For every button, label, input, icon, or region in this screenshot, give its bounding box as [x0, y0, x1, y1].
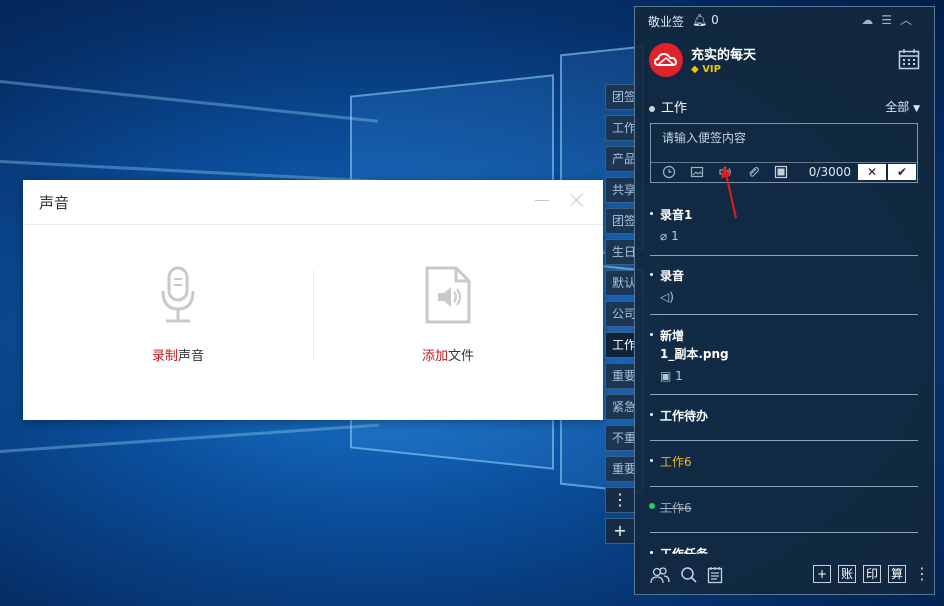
note-item[interactable]: 录音 ◁)	[650, 267, 918, 315]
category-tab[interactable]: 团签	[605, 84, 637, 110]
category-title: 工作	[649, 97, 687, 116]
user-name: 充实的每天	[691, 48, 757, 63]
menu-icon[interactable]: ☰	[881, 13, 900, 27]
record-sound-label: 录制声音	[151, 349, 205, 364]
search-icon[interactable]	[680, 566, 698, 584]
users-icon[interactable]	[650, 566, 670, 584]
color-block-icon[interactable]	[774, 165, 788, 179]
more-menu-button[interactable]: ⋮	[914, 564, 930, 583]
window-controls: ☁☰︿	[861, 11, 920, 28]
print-button[interactable]: 印	[863, 565, 881, 583]
note-title: 工作任务	[660, 547, 709, 554]
note-title: 新增	[660, 329, 685, 343]
vip-badge: ◆ VIP	[691, 64, 721, 75]
add-file-option[interactable]: 添加文件	[373, 265, 523, 375]
image-count: ▣ 1	[660, 369, 683, 383]
record-sound-option[interactable]: 录制声音	[103, 265, 253, 375]
category-tab[interactable]: 默认	[605, 270, 637, 296]
editor-toolbar: 0/3000 ✕ ✔	[651, 162, 917, 182]
account-button[interactable]: 账	[838, 565, 856, 583]
note-bullet	[650, 459, 653, 462]
app-name: 敬业签	[648, 15, 685, 29]
calendar-icon	[898, 49, 920, 70]
microphone-icon	[161, 266, 195, 323]
cancel-button[interactable]: ✕	[858, 164, 886, 180]
audio-file-icon	[425, 266, 471, 324]
category-tab[interactable]: 紧急	[605, 394, 637, 420]
category-tab-active[interactable]: 工作	[605, 332, 637, 358]
confirm-button[interactable]: ✔	[888, 164, 916, 180]
minimize-button[interactable]	[535, 200, 549, 201]
image-icon[interactable]	[690, 165, 704, 179]
category-tab[interactable]: 工作	[605, 115, 637, 141]
image-icon: ▣	[660, 369, 672, 383]
category-tab[interactable]: 产品	[605, 146, 637, 172]
add-file-label: 添加文件	[421, 349, 475, 364]
paperclip-icon: ⌀	[660, 229, 668, 243]
notepad-icon[interactable]	[707, 566, 723, 584]
note-title: 工作6	[660, 501, 692, 515]
done-indicator	[649, 503, 655, 509]
category-tab[interactable]: 重要	[605, 456, 637, 482]
bottom-toolbar: + 账 印 算 ⋮	[635, 554, 934, 594]
cloud-sync-icon[interactable]: ☁	[861, 13, 881, 27]
more-categories-button[interactable]: ⋮	[605, 487, 635, 513]
paperclip-icon[interactable]	[746, 165, 760, 179]
note-title: 工作待办	[660, 409, 709, 423]
char-counter: 0/3000	[808, 165, 851, 179]
category-tab[interactable]: 重要	[605, 363, 637, 389]
diamond-icon: ◆	[691, 64, 699, 75]
close-button[interactable]	[568, 191, 586, 209]
bell-icon: 🔔︎	[692, 13, 708, 27]
cloud-logo-icon	[653, 52, 678, 66]
notification-button[interactable]: 🔔︎ 0	[692, 13, 719, 27]
notes-panel: 敬业签 🔔︎ 0 ☁☰︿ 充实的每天 ◆ VIP 工作 全部 ▼ 请输入便签内容	[634, 6, 935, 595]
note-title: 录音1	[660, 208, 693, 222]
collapse-icon[interactable]: ︿	[900, 13, 920, 27]
title-separator	[23, 224, 603, 225]
dialog-title: 声音	[39, 194, 70, 212]
category-tab[interactable]: 共享	[605, 177, 637, 203]
note-line: 1_副本.png	[660, 347, 729, 361]
category-tab[interactable]: 不重	[605, 425, 637, 451]
add-note-button[interactable]: +	[813, 565, 831, 583]
note-title: 工作6	[660, 455, 692, 469]
note-title: 录音	[660, 269, 685, 283]
clock-icon[interactable]	[662, 165, 676, 179]
notification-count: 0	[711, 13, 719, 27]
filter-dropdown[interactable]: 全部 ▼	[885, 98, 920, 115]
note-item-done[interactable]: 工作6	[649, 499, 918, 533]
avatar[interactable]	[649, 43, 683, 77]
sound-icon: ◁)	[660, 290, 674, 304]
calendar-button[interactable]	[898, 48, 920, 74]
note-item[interactable]: 录音1 ⌀ 1	[650, 206, 918, 256]
sound-dialog: 声音 录制声音 添加文件	[23, 180, 603, 420]
note-editor[interactable]: 请输入便签内容 0/3000 ✕ ✔	[650, 123, 918, 183]
desktop-light-ray	[0, 423, 380, 453]
category-tab[interactable]: 团签	[605, 208, 637, 234]
note-item[interactable]: 工作任务	[650, 545, 918, 554]
desktop-light-ray	[0, 80, 379, 123]
note-bullet	[650, 333, 653, 336]
note-item[interactable]: 工作待办	[650, 407, 918, 441]
option-divider	[313, 270, 314, 360]
note-bullet	[650, 212, 653, 215]
chevron-down-icon: ▼	[913, 104, 920, 114]
add-category-button[interactable]: +	[605, 518, 635, 544]
annotation-arrow	[721, 166, 737, 219]
calculator-button[interactable]: 算	[888, 565, 906, 583]
note-item[interactable]: 工作6	[650, 453, 918, 487]
note-bullet	[650, 273, 653, 276]
note-item[interactable]: 新增 1_副本.png ▣ 1	[650, 327, 918, 395]
note-bullet	[650, 413, 653, 416]
attachment-count: ⌀ 1	[660, 229, 679, 243]
category-dot	[649, 105, 655, 112]
category-tab[interactable]: 生日	[605, 239, 637, 265]
note-input-placeholder: 请输入便签内容	[662, 131, 747, 145]
category-tab[interactable]: 公司	[605, 301, 637, 327]
